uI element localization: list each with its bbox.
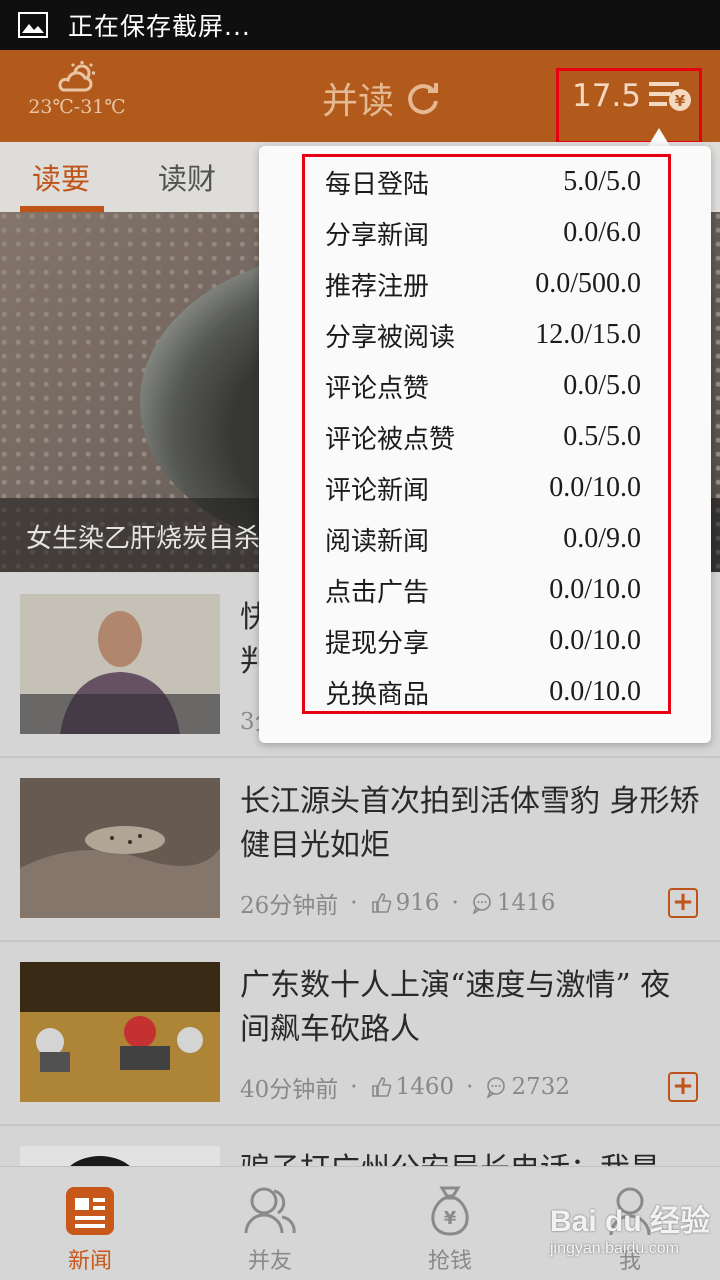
news-time: 26分钟前 [240, 893, 339, 919]
nav-label: 抢钱 [427, 1249, 472, 1274]
add-button[interactable]: + [668, 888, 698, 918]
row-value: 0.0/10.0 [549, 472, 641, 503]
like-count: 1460 [395, 1074, 455, 1100]
points-row: 分享被阅读 12.0/15.0 [325, 313, 641, 357]
points-row: 兑换商品 0.0/10.0 [325, 670, 641, 714]
row-label: 阅读新闻 [325, 526, 430, 557]
row-label: 评论新闻 [325, 475, 430, 506]
row-label: 提现分享 [325, 628, 430, 659]
image-icon [18, 12, 48, 38]
row-label: 评论被点赞 [325, 424, 456, 455]
row-value: 0.0/10.0 [549, 574, 641, 605]
status-text: 正在保存截屏... [68, 12, 251, 41]
news-item[interactable]: 广东数十人上演“速度与激情” 夜间飙车砍路人 40分钟前 · 1460 · 27… [0, 942, 720, 1126]
meta-separator: · [350, 890, 358, 916]
points-row: 评论新闻 0.0/10.0 [325, 466, 641, 510]
watermark-url: jingyan.baidu.com [550, 1240, 679, 1257]
highlight-box-balance [556, 68, 702, 144]
points-row: 提现分享 0.0/10.0 [325, 619, 641, 663]
news-thumbnail [20, 778, 220, 918]
row-label: 分享新闻 [325, 220, 430, 251]
app-title-text: 并读 [322, 81, 395, 122]
comment-count: 2732 [511, 1074, 570, 1100]
news-meta: 26分钟前 · 916 · 1416 [240, 886, 555, 920]
news-title: 长江源头首次拍到活体雪豹 身形矫健目光如炬 [240, 784, 700, 863]
row-value: 0.0/9.0 [563, 523, 641, 554]
app-title: 并读 [322, 72, 440, 124]
meta-separator: · [350, 1074, 358, 1100]
comment-icon [487, 1077, 506, 1098]
weather-temperature: 23℃-31℃ [28, 96, 126, 118]
row-value: 0.0/5.0 [563, 370, 641, 401]
news-time: 40分钟前 [240, 1077, 339, 1103]
points-row: 评论点赞 0.0/5.0 [325, 364, 641, 408]
watermark-brand: Bai du 经验 [550, 1205, 711, 1238]
points-row: 阅读新闻 0.0/9.0 [325, 517, 641, 561]
popup-arrow [648, 128, 670, 146]
partly-cloudy-icon [58, 61, 95, 92]
row-value: 0.5/5.0 [563, 421, 641, 452]
row-label: 点击广告 [325, 577, 430, 608]
svg-text:¥: ¥ [444, 1208, 457, 1229]
row-value: 12.0/15.0 [535, 319, 641, 350]
row-label: 评论点赞 [325, 373, 430, 404]
meta-separator: · [451, 890, 459, 916]
money-bag-icon: ¥ [431, 1186, 469, 1236]
row-label: 分享被阅读 [325, 322, 456, 353]
news-icon [66, 1187, 114, 1235]
nav-friends[interactable]: 并友 [210, 1183, 330, 1275]
baidu-jingyan-watermark: Bai du 经验 jingyan.baidu.com [550, 1196, 710, 1266]
like-count: 916 [395, 890, 440, 916]
points-row: 推荐注册 0.0/500.0 [325, 262, 641, 306]
nav-money[interactable]: ¥ 抢钱 [390, 1183, 510, 1275]
comment-icon [472, 893, 491, 914]
points-row: 分享新闻 0.0/6.0 [325, 211, 641, 255]
weather-widget[interactable]: 23℃-31℃ [22, 60, 132, 118]
tab-ducai[interactable]: 读财 [158, 156, 216, 198]
row-value: 0.0/10.0 [549, 676, 641, 707]
row-value: 0.0/10.0 [549, 625, 641, 656]
add-button[interactable]: + [668, 1072, 698, 1102]
news-thumbnail [20, 962, 220, 1102]
row-label: 推荐注册 [325, 271, 430, 302]
refresh-icon[interactable] [406, 81, 440, 115]
news-title: 广东数十人上演“速度与激情” 夜间飙车砍路人 [240, 968, 671, 1047]
meta-separator: · [466, 1074, 474, 1100]
row-value: 0.0/6.0 [563, 217, 641, 248]
friends-icon [244, 1187, 296, 1234]
row-value: 5.0/5.0 [563, 166, 641, 197]
tab-duyao[interactable]: 读要 [32, 156, 90, 198]
nav-news[interactable]: 新闻 [30, 1183, 150, 1275]
news-item[interactable]: 长江源头首次拍到活体雪豹 身形矫健目光如炬 26分钟前 · 916 · 1416… [0, 758, 720, 942]
nav-label: 新闻 [67, 1249, 112, 1274]
thumbs-up-icon [371, 1077, 391, 1097]
points-row: 评论被点赞 0.5/5.0 [325, 415, 641, 459]
points-row: 点击广告 0.0/10.0 [325, 568, 641, 612]
row-label: 兑换商品 [325, 679, 430, 710]
row-label: 每日登陆 [325, 169, 430, 200]
news-meta: 40分钟前 · 1460 · 2732 [240, 1070, 570, 1104]
thumbs-up-icon [371, 893, 391, 913]
nav-label: 并友 [247, 1249, 292, 1274]
points-row: 每日登陆 5.0/5.0 [325, 160, 641, 204]
news-thumbnail [20, 594, 220, 734]
status-bar: 正在保存截屏... [0, 0, 720, 50]
comment-count: 1416 [496, 890, 556, 916]
row-value: 0.0/500.0 [535, 268, 641, 299]
